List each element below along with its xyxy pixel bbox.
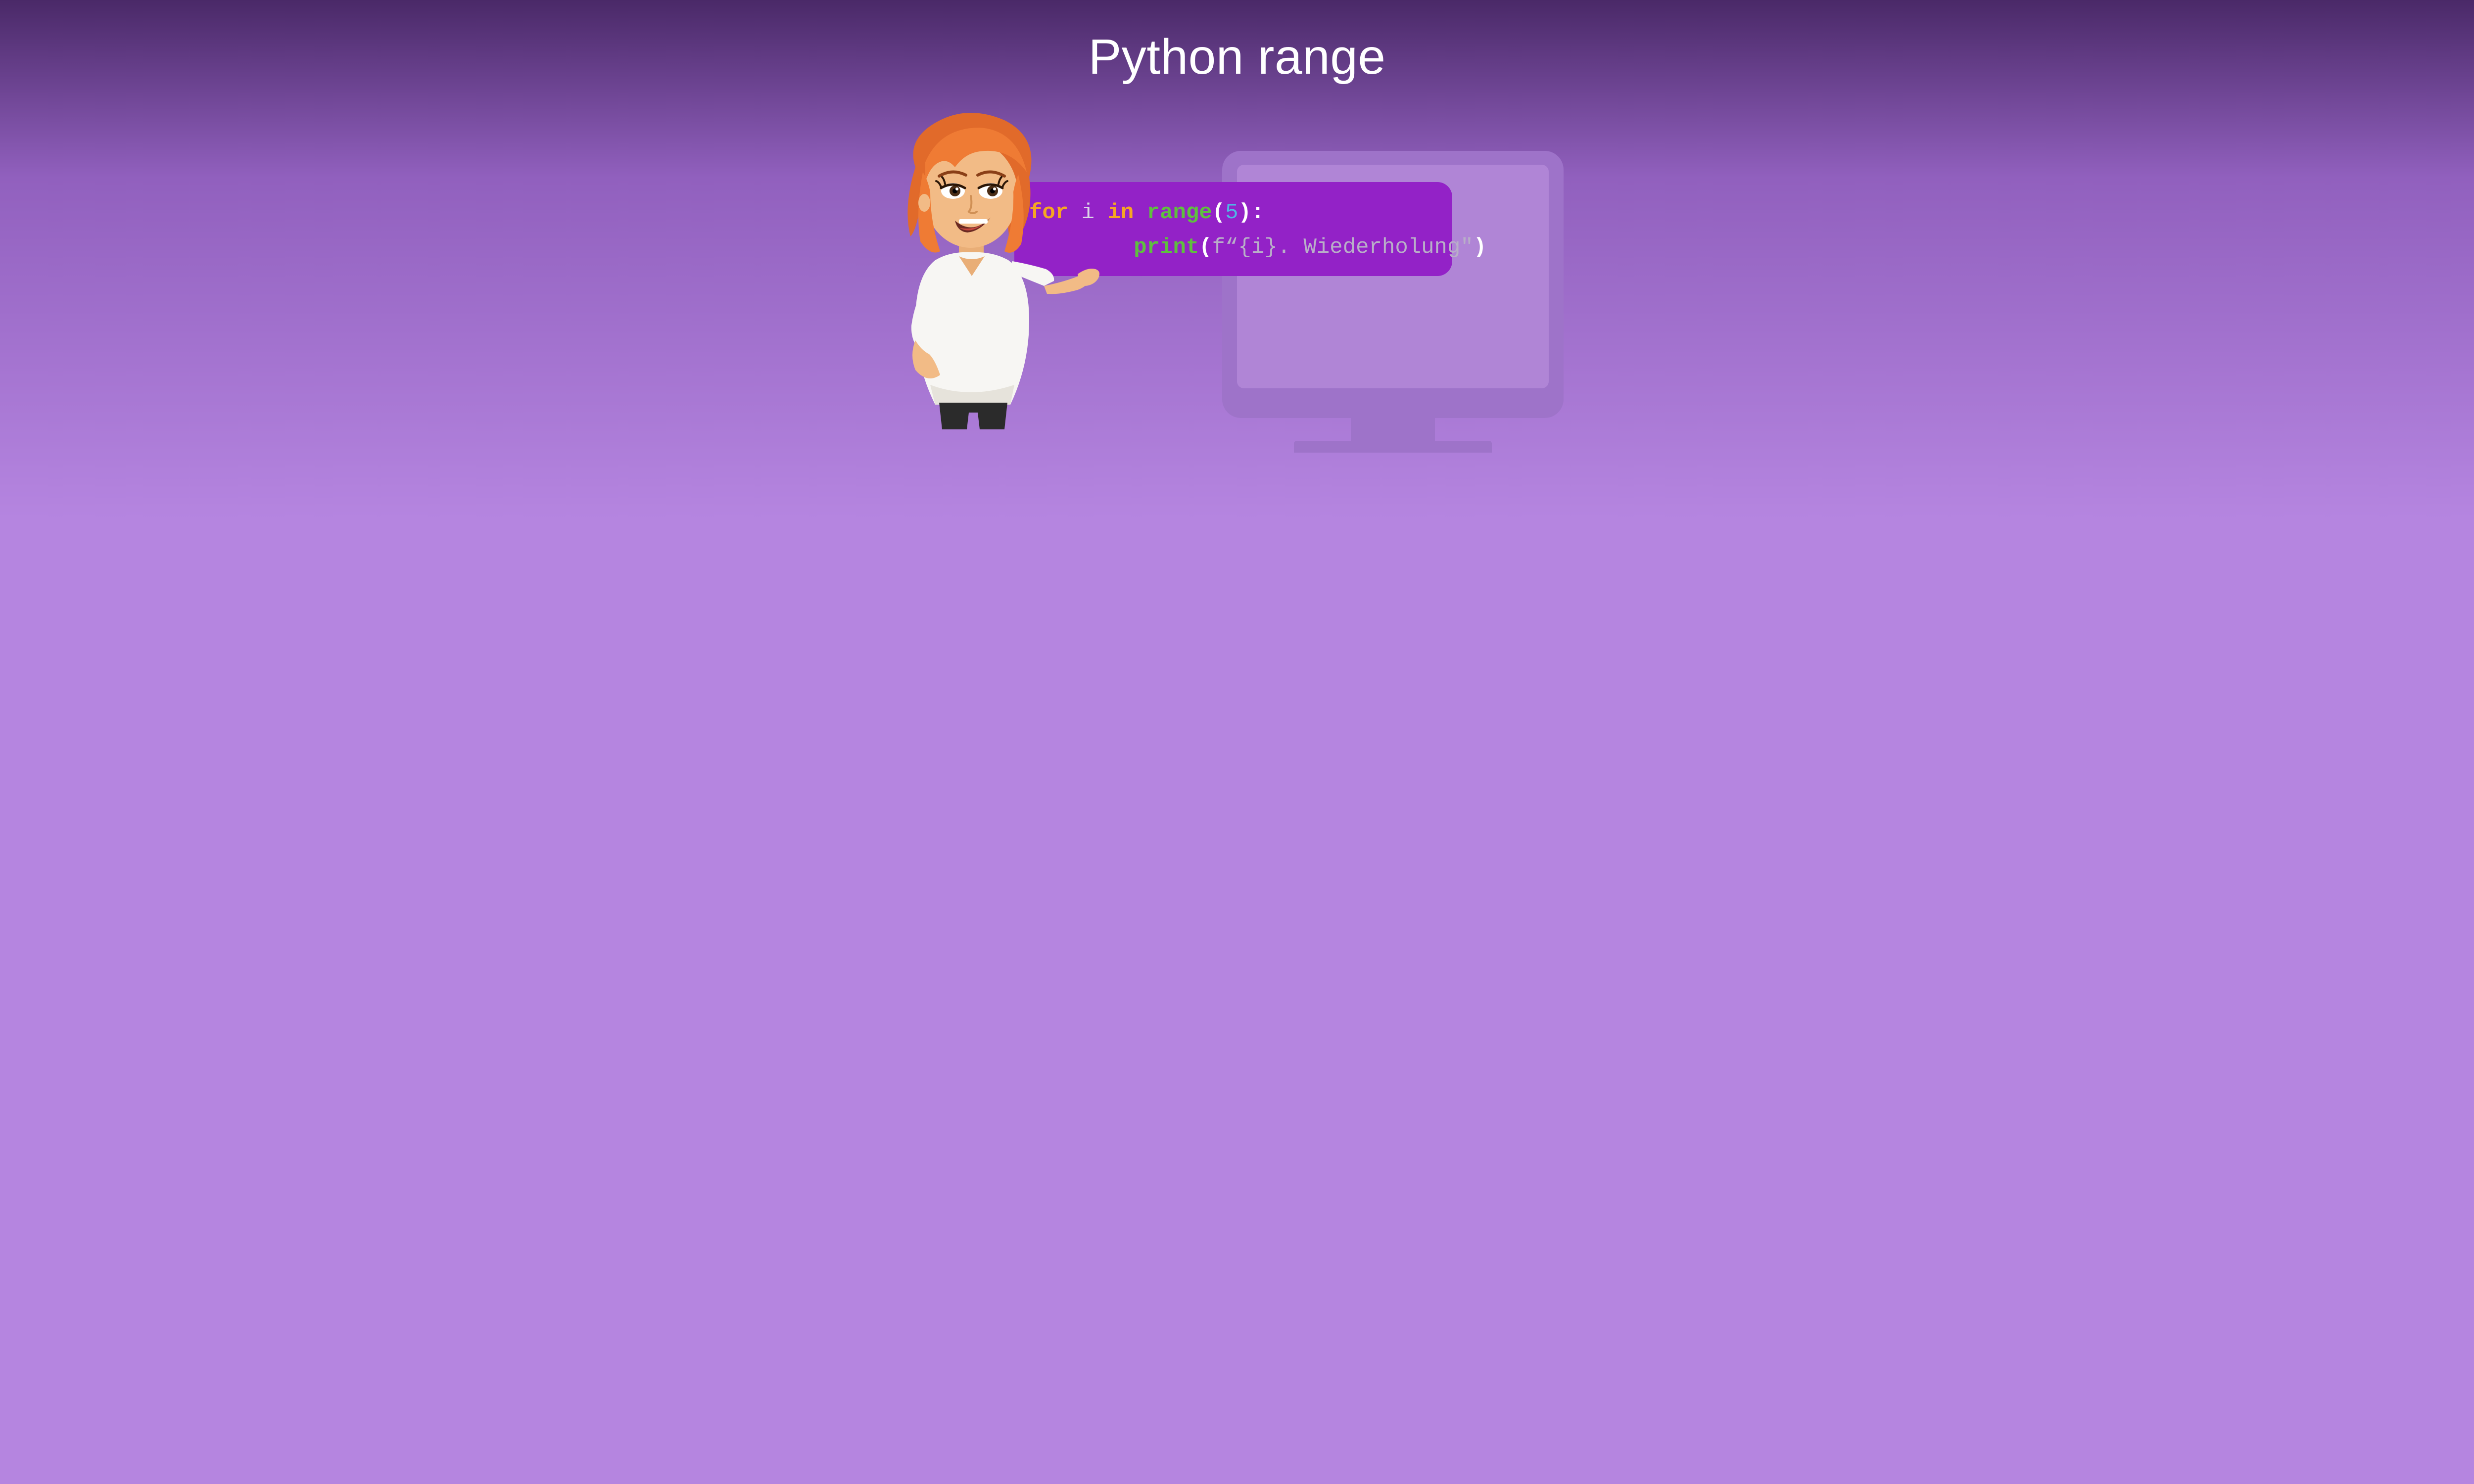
code-snippet-box: for i in range(5): print(f“{i}. Wiederho… — [1014, 182, 1452, 276]
paren-close-1: ) — [1238, 200, 1251, 225]
function-print: print — [1134, 235, 1199, 260]
keyword-in: in — [1107, 200, 1134, 225]
monitor-stand — [1351, 418, 1435, 442]
number-five: 5 — [1225, 200, 1238, 225]
colon: : — [1251, 200, 1264, 225]
fstring-literal: f“{i}. Wiederholung" — [1212, 235, 1474, 260]
paren-close-2: ) — [1474, 235, 1486, 260]
slide-title: Python range — [861, 29, 1613, 86]
monitor-base — [1294, 441, 1492, 453]
function-range: range — [1147, 200, 1212, 225]
paren-open-1: ( — [1212, 200, 1225, 225]
paren-open-2: ( — [1199, 235, 1212, 260]
slide-stage: Python range for i in range(5): print(f“… — [861, 0, 1613, 423]
variable-i: i — [1082, 200, 1094, 225]
cartoon-woman-presenter — [881, 108, 1059, 429]
